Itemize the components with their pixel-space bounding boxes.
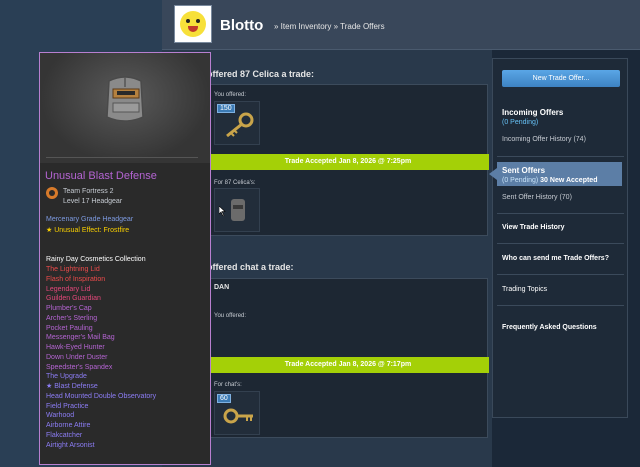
you-offered-label: You offered: xyxy=(214,313,247,319)
for-label: For chat's: xyxy=(214,382,242,388)
trade-accepted-banner: Trade Accepted Jan 8, 2026 @ 7:17pm xyxy=(207,357,489,373)
collection-list: The Lightning Lid Flash of Inspiration Leg… xyxy=(46,265,156,450)
divider xyxy=(497,274,624,275)
mouse-cursor-icon xyxy=(219,206,226,216)
collection-item: Pocket Pauling xyxy=(46,324,93,332)
collection-item: The Lightning Lid xyxy=(46,266,100,273)
item-game: Team Fortress 2 xyxy=(63,188,114,195)
incoming-history-link[interactable]: Incoming Offer History (74) xyxy=(502,136,586,143)
collection-item: Flakcatcher xyxy=(46,431,83,439)
sent-pending-count: (0 Pending) xyxy=(502,177,539,184)
collection-item: Airtight Arsonist xyxy=(46,441,95,449)
sent-new-accepted: 30 New Accepted xyxy=(540,177,598,184)
avatar[interactable] xyxy=(174,5,212,43)
trade-message: DAN xyxy=(214,284,230,291)
trade-accepted-banner: Trade Accepted Jan 8, 2026 @ 7:25pm xyxy=(207,154,489,170)
divider xyxy=(497,305,624,306)
collection-item: Hawk-Eyed Hunter xyxy=(46,344,105,351)
new-trade-offer-button[interactable]: New Trade Offer... xyxy=(502,70,620,87)
item-effect: ★ Unusual Effect: Frostfire xyxy=(46,227,130,234)
tf2-icon xyxy=(46,187,58,199)
breadcrumb-trade-offers[interactable]: » Trade Offers xyxy=(334,22,385,31)
received-item-keys[interactable]: 60 xyxy=(214,391,260,435)
collection-item: Archer's Sterling xyxy=(46,314,98,322)
avatar-face-icon xyxy=(180,11,206,37)
item-name: Unusual Blast Defense xyxy=(45,170,157,182)
item-image-area xyxy=(40,53,210,163)
sent-offers-link[interactable]: Sent Offers xyxy=(502,166,545,175)
collection-item: Speedster's Spandex xyxy=(46,363,113,371)
breadcrumb-inventory[interactable]: » Item Inventory xyxy=(274,22,331,31)
offered-item-keys[interactable]: 150 xyxy=(214,101,260,145)
collection-item: Field Practice xyxy=(46,402,89,410)
collection-item: Plumber's Cap xyxy=(46,305,92,312)
who-can-send-link[interactable]: Who can send me Trade Offers? xyxy=(502,255,609,262)
trade-title: offered 87 Celica a trade: xyxy=(207,69,315,79)
collection-item: Warhood xyxy=(46,412,75,420)
trade-title: offered chat a trade: xyxy=(207,262,294,272)
item-grade: Mercenary Grade Headgear xyxy=(46,216,134,223)
key-icon xyxy=(226,112,254,138)
persona-name[interactable]: Blotto xyxy=(220,17,263,34)
incoming-offers-link[interactable]: Incoming Offers xyxy=(502,108,563,117)
divider xyxy=(497,243,624,244)
selected-arrow-icon xyxy=(489,168,497,180)
divider xyxy=(497,213,624,214)
breadcrumb: » Item Inventory » Trade Offers xyxy=(274,22,385,31)
item-level: Level 17 Headgear xyxy=(63,198,123,205)
collection-item: Guilden Guardian xyxy=(46,295,101,303)
profile-header: Blotto » Item Inventory » Trade Offers xyxy=(162,0,640,50)
collection-item: Flash of Inspiration xyxy=(46,275,106,283)
collection-item: Down Under Duster xyxy=(46,353,108,361)
helmet-icon xyxy=(106,76,144,122)
collection-item: Messenger's Mail Bag xyxy=(46,334,115,342)
trading-topics-link[interactable]: Trading Topics xyxy=(502,286,547,293)
divider xyxy=(497,156,624,157)
view-trade-history-link[interactable]: View Trade History xyxy=(502,224,565,231)
key-icon xyxy=(223,408,253,424)
sent-pending-row: (0 Pending) 30 New Accepted xyxy=(502,177,597,184)
collection-title: Rainy Day Cosmetics Collection xyxy=(46,256,146,263)
sent-history-link[interactable]: Sent Offer History (70) xyxy=(502,194,572,201)
incoming-pending-count: (0 Pending) xyxy=(502,119,539,126)
collection-item: ★ Blast Defense xyxy=(46,383,98,390)
faq-link[interactable]: Frequently Asked Questions xyxy=(502,324,597,331)
collection-item: Head Mounted Double Observatory xyxy=(46,392,157,400)
collection-item: The Upgrade xyxy=(46,373,87,381)
collection-item: Airborne Attire xyxy=(46,422,91,429)
for-label: For 87 Celica's: xyxy=(214,180,256,186)
divider xyxy=(46,157,198,158)
you-offered-label: You offered: xyxy=(214,92,247,98)
collection-item: Legendary Lid xyxy=(46,285,91,293)
